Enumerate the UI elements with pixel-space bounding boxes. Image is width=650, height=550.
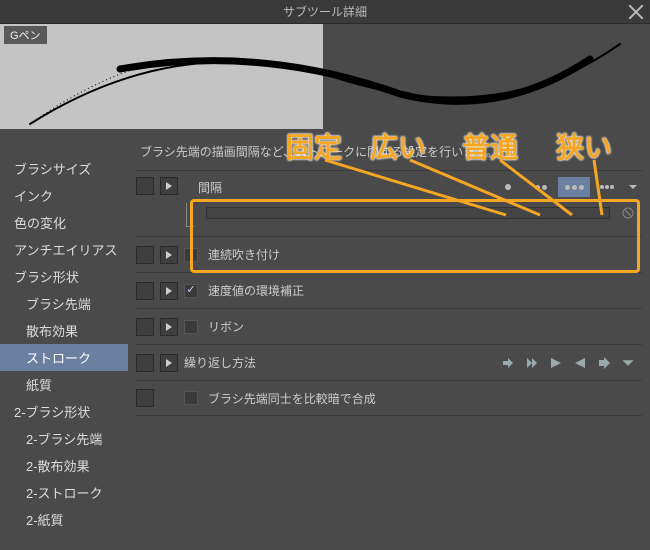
row-blend-darker: ブラシ先端同士を比較暗で合成 — [136, 380, 642, 416]
annotation-fixed: 固定 — [286, 126, 342, 166]
sidebar-item[interactable]: 2-紙質 — [0, 506, 128, 533]
ribbon-label: リボン — [208, 318, 244, 335]
spacing-preset-normal[interactable] — [558, 177, 590, 197]
annotation-narrow: 狭い — [556, 126, 612, 166]
enable-checkbox[interactable] — [136, 354, 154, 372]
row-repeat-method: 繰り返し方法 — [136, 344, 642, 380]
repeat-mode-1-icon[interactable] — [498, 353, 518, 373]
brush-stroke-preview — [0, 24, 650, 129]
expand-button[interactable] — [160, 177, 178, 195]
enable-checkbox[interactable] — [136, 282, 154, 300]
row-spacing: 間隔 — [136, 170, 642, 236]
annotation-normal: 普通 — [462, 126, 518, 166]
sidebar-item[interactable]: インク — [0, 182, 128, 209]
repeat-mode-4-icon[interactable] — [570, 353, 590, 373]
spacing-slider[interactable] — [206, 207, 610, 219]
expand-button[interactable] — [160, 318, 178, 336]
blend-label: ブラシ先端同士を比較暗で合成 — [208, 390, 376, 407]
spacing-preset-fixed[interactable] — [492, 177, 524, 197]
option-checkbox[interactable] — [184, 284, 198, 298]
repeat-mode-group — [498, 353, 642, 373]
spacing-preset-group — [492, 177, 642, 197]
repeat-mode-2-icon[interactable] — [522, 353, 542, 373]
titlebar: サブツール詳細 — [0, 0, 650, 24]
sidebar-item[interactable]: アンチエイリアス — [0, 236, 128, 263]
velocity-label: 速度値の環境補正 — [208, 282, 304, 299]
repeat-mode-5-icon[interactable] — [594, 353, 614, 373]
enable-checkbox[interactable] — [136, 177, 154, 195]
sidebar-item[interactable]: 散布効果 — [0, 317, 128, 344]
enable-checkbox[interactable] — [136, 389, 154, 407]
brush-preview: Gペン — [0, 24, 650, 129]
option-checkbox[interactable] — [184, 391, 198, 405]
bracket-decoration — [186, 203, 194, 227]
sidebar-item[interactable]: 紙質 — [0, 371, 128, 398]
row-continuous-spray: 連続吹き付け — [136, 236, 642, 272]
close-icon[interactable] — [628, 4, 644, 20]
sidebar-item[interactable]: ブラシサイズ — [0, 155, 128, 182]
sidebar-item[interactable]: ストローク — [0, 344, 128, 371]
window-title: サブツール詳細 — [283, 3, 367, 20]
sidebar-item[interactable]: 2-ブラシ先端 — [0, 425, 128, 452]
chevron-down-icon[interactable] — [618, 353, 638, 373]
row-ribbon: リボン — [136, 308, 642, 344]
continuous-label: 連続吹き付け — [208, 246, 280, 263]
repeat-label: 繰り返し方法 — [184, 354, 256, 371]
settings-panel: ブラシ先端の描画間隔など、ストロークに関する設定を行います。 間隔 — [128, 129, 650, 550]
expand-button[interactable] — [160, 354, 178, 372]
sidebar-item[interactable]: ブラシ先端 — [0, 290, 128, 317]
spacing-preset-narrow[interactable] — [591, 177, 623, 197]
expand-button[interactable] — [160, 246, 178, 264]
sidebar-item[interactable]: 色の変化 — [0, 209, 128, 236]
repeat-mode-3-icon[interactable] — [546, 353, 566, 373]
spacing-label: 間隔 — [184, 179, 222, 196]
sidebar-item[interactable]: ブラシ形状 — [0, 263, 128, 290]
spacing-preset-wide[interactable] — [525, 177, 557, 197]
option-checkbox[interactable] — [184, 248, 198, 262]
chevron-down-icon[interactable] — [624, 177, 642, 197]
sidebar-item[interactable]: 2-ブラシ形状 — [0, 398, 128, 425]
enable-checkbox[interactable] — [136, 318, 154, 336]
category-sidebar: ブラシサイズインク色の変化アンチエイリアスブラシ形状ブラシ先端散布効果ストローク… — [0, 129, 128, 550]
option-checkbox[interactable] — [184, 320, 198, 334]
reset-icon[interactable] — [618, 203, 638, 223]
sidebar-item[interactable]: 2-散布効果 — [0, 452, 128, 479]
row-velocity-correction: 速度値の環境補正 — [136, 272, 642, 308]
expand-button[interactable] — [160, 282, 178, 300]
annotation-wide: 広い — [370, 126, 426, 166]
enable-checkbox[interactable] — [136, 246, 154, 264]
sidebar-item[interactable]: 2-ストローク — [0, 479, 128, 506]
